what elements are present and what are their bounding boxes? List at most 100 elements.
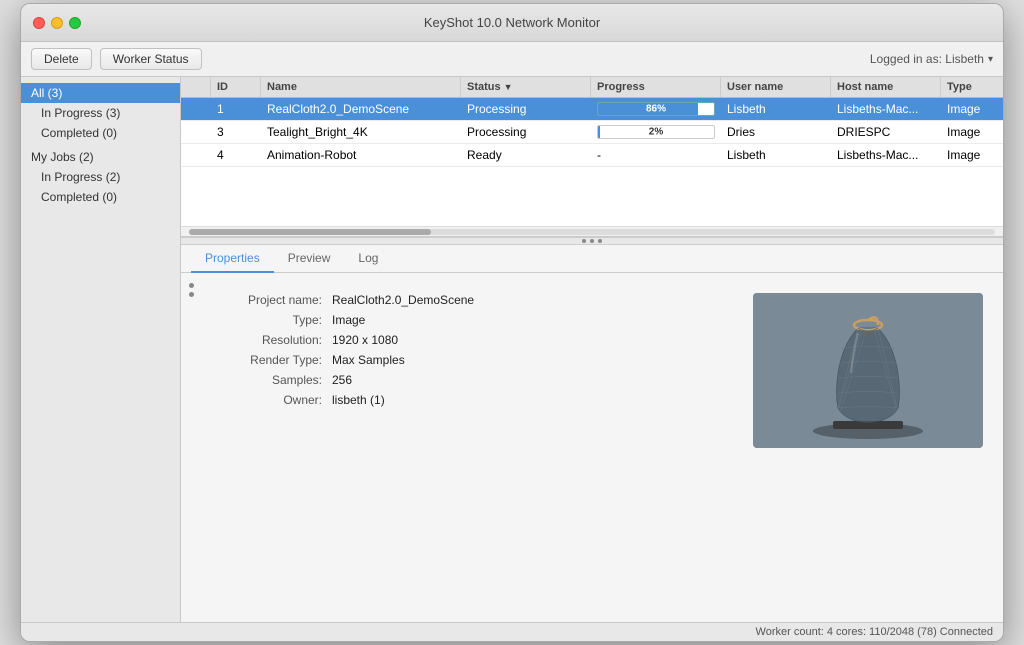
table-row[interactable]: 4 Animation-Robot Ready - Lisbeth Lisbet… bbox=[181, 144, 1003, 167]
preview-svg bbox=[753, 293, 983, 448]
property-project-name: Project name: RealCloth2.0_DemoScene bbox=[222, 293, 713, 307]
cell-name: Tealight_Bright_4K bbox=[261, 121, 461, 143]
main-window: KeyShot 10.0 Network Monitor Delete Work… bbox=[20, 3, 1004, 642]
dropdown-arrow-icon[interactable]: ▾ bbox=[988, 54, 993, 65]
statusbar: Worker count: 4 cores: 110/2048 (78) Con… bbox=[21, 622, 1003, 641]
content-area: All (3) In Progress (3) Completed (0) My… bbox=[21, 77, 1003, 622]
sidebar-item-completed[interactable]: Completed (0) bbox=[21, 123, 180, 143]
toolbar: Delete Worker Status Logged in as: Lisbe… bbox=[21, 42, 1003, 77]
col-id[interactable]: ID bbox=[211, 77, 261, 97]
col-hostname[interactable]: Host name bbox=[831, 77, 941, 97]
property-owner: Owner: lisbeth (1) bbox=[222, 393, 713, 407]
cell-progress: 86% bbox=[591, 98, 721, 120]
col-status[interactable]: Status ▼ bbox=[461, 77, 591, 97]
cell-hostname: Lisbeths-Mac... bbox=[831, 144, 941, 166]
col-progress[interactable]: Progress bbox=[591, 77, 721, 97]
col-checkbox bbox=[181, 77, 211, 97]
cell-name: RealCloth2.0_DemoScene bbox=[261, 98, 461, 120]
property-value-owner: lisbeth (1) bbox=[332, 393, 385, 407]
sidebar-item-all[interactable]: All (3) bbox=[21, 83, 180, 103]
cell-username: Dries bbox=[721, 121, 831, 143]
traffic-lights bbox=[33, 17, 81, 29]
toolbar-left: Delete Worker Status bbox=[31, 48, 202, 70]
property-label-render-type: Render Type: bbox=[222, 353, 332, 367]
logged-in-label: Logged in as: Lisbeth bbox=[870, 52, 984, 66]
col-type[interactable]: Type bbox=[941, 77, 1003, 97]
cell-id: 4 bbox=[211, 144, 261, 166]
property-value-project-name: RealCloth2.0_DemoScene bbox=[332, 293, 474, 307]
property-value-type: Image bbox=[332, 313, 365, 327]
cell-username: Lisbeth bbox=[721, 98, 831, 120]
scrollbar-track bbox=[189, 229, 995, 235]
table-row[interactable]: 3 Tealight_Bright_4K Processing 2% Dries… bbox=[181, 121, 1003, 144]
cell-hostname: Lisbeths-Mac... bbox=[831, 98, 941, 120]
property-resolution: Resolution: 1920 x 1080 bbox=[222, 333, 713, 347]
sidebar: All (3) In Progress (3) Completed (0) My… bbox=[21, 77, 181, 622]
table-empty-space bbox=[181, 167, 1003, 227]
sidebar-item-in-progress[interactable]: In Progress (3) bbox=[21, 103, 180, 123]
cell-progress: - bbox=[591, 144, 721, 166]
cell-username: Lisbeth bbox=[721, 144, 831, 166]
property-label-owner: Owner: bbox=[222, 393, 332, 407]
detail-panel: Properties Preview Log Project name: bbox=[181, 245, 1003, 622]
property-value-render-type: Max Samples bbox=[332, 353, 405, 367]
resize-dot bbox=[582, 239, 586, 243]
cell-checkbox bbox=[181, 121, 211, 143]
cell-checkbox bbox=[181, 144, 211, 166]
sort-arrow-icon: ▼ bbox=[504, 82, 513, 92]
property-render-type: Render Type: Max Samples bbox=[222, 353, 713, 367]
preview-image bbox=[753, 293, 983, 448]
resize-dots bbox=[582, 239, 602, 243]
tab-preview[interactable]: Preview bbox=[274, 245, 345, 273]
property-label-samples: Samples: bbox=[222, 373, 332, 387]
sidebar-item-my-in-progress[interactable]: In Progress (2) bbox=[21, 167, 180, 187]
minimize-button[interactable] bbox=[51, 17, 63, 29]
tab-log[interactable]: Log bbox=[344, 245, 392, 273]
worker-status-button[interactable]: Worker Status bbox=[100, 48, 202, 70]
properties-panel: Project name: RealCloth2.0_DemoScene Typ… bbox=[202, 283, 733, 612]
property-label-resolution: Resolution: bbox=[222, 333, 332, 347]
cell-hostname: DRIESPC bbox=[831, 121, 941, 143]
property-label-project-name: Project name: bbox=[222, 293, 332, 307]
cell-status: Processing bbox=[461, 98, 591, 120]
col-username[interactable]: User name bbox=[721, 77, 831, 97]
property-samples: Samples: 256 bbox=[222, 373, 713, 387]
cell-type: Image bbox=[941, 121, 1003, 143]
progress-label: 2% bbox=[649, 127, 663, 138]
table-body: 1 RealCloth2.0_DemoScene Processing 86% … bbox=[181, 98, 1003, 167]
property-type: Type: Image bbox=[222, 313, 713, 327]
maximize-button[interactable] bbox=[69, 17, 81, 29]
property-value-resolution: 1920 x 1080 bbox=[332, 333, 398, 347]
left-dot bbox=[189, 283, 194, 288]
statusbar-text: Worker count: 4 cores: 110/2048 (78) Con… bbox=[756, 626, 993, 638]
resize-dot bbox=[598, 239, 602, 243]
tab-properties[interactable]: Properties bbox=[191, 245, 274, 273]
col-name[interactable]: Name bbox=[261, 77, 461, 97]
resize-dot bbox=[590, 239, 594, 243]
main-panel: ID Name Status ▼ Progress User name Host… bbox=[181, 77, 1003, 622]
detail-tabs: Properties Preview Log bbox=[181, 245, 1003, 273]
cell-type: Image bbox=[941, 98, 1003, 120]
sidebar-item-my-completed[interactable]: Completed (0) bbox=[21, 187, 180, 207]
resize-handle[interactable] bbox=[181, 237, 1003, 245]
sidebar-item-my-jobs[interactable]: My Jobs (2) bbox=[21, 147, 180, 167]
table-row[interactable]: 1 RealCloth2.0_DemoScene Processing 86% … bbox=[181, 98, 1003, 121]
window-title: KeyShot 10.0 Network Monitor bbox=[424, 15, 600, 30]
cell-status: Ready bbox=[461, 144, 591, 166]
cell-name: Animation-Robot bbox=[261, 144, 461, 166]
left-resize-dots bbox=[181, 283, 202, 612]
cell-type: Image bbox=[941, 144, 1003, 166]
property-value-samples: 256 bbox=[332, 373, 352, 387]
scrollbar-thumb[interactable] bbox=[189, 229, 431, 235]
detail-content: Project name: RealCloth2.0_DemoScene Typ… bbox=[181, 273, 1003, 622]
close-button[interactable] bbox=[33, 17, 45, 29]
horizontal-scrollbar[interactable] bbox=[181, 227, 1003, 237]
left-dot bbox=[189, 292, 194, 297]
logged-in-info: Logged in as: Lisbeth ▾ bbox=[870, 52, 993, 66]
delete-button[interactable]: Delete bbox=[31, 48, 92, 70]
cell-id: 1 bbox=[211, 98, 261, 120]
property-label-type: Type: bbox=[222, 313, 332, 327]
table-header: ID Name Status ▼ Progress User name Host… bbox=[181, 77, 1003, 98]
cell-id: 3 bbox=[211, 121, 261, 143]
titlebar: KeyShot 10.0 Network Monitor bbox=[21, 4, 1003, 42]
